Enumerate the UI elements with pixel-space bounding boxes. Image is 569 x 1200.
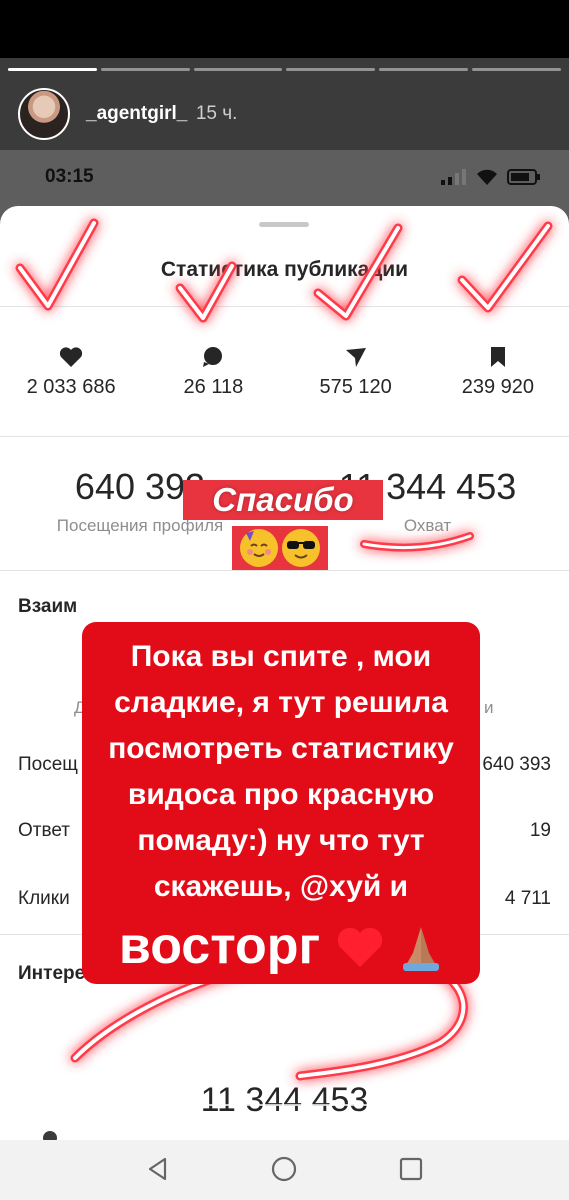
camera-icon bbox=[32, 1122, 68, 1140]
sunglasses-face-icon bbox=[282, 529, 320, 567]
caption-big-line: восторг bbox=[82, 910, 480, 982]
red-heart-icon bbox=[337, 927, 382, 967]
caption-line: Пока вы спите , мои bbox=[130, 640, 432, 673]
recents-icon[interactable] bbox=[398, 1156, 424, 1182]
home-icon[interactable] bbox=[271, 1156, 297, 1182]
emoji-sticker bbox=[232, 526, 328, 570]
thanks-sticker: Спасибо bbox=[183, 480, 383, 520]
caption-line: скажешь, @хуй и bbox=[153, 870, 409, 903]
caption-line: посмотреть статистику bbox=[108, 732, 454, 765]
caption-line: сладкие, я тут решила bbox=[114, 686, 448, 719]
send-icon[interactable] bbox=[494, 1114, 534, 1140]
party-face-icon bbox=[240, 529, 278, 567]
caption-line: помаду:) ну что тут bbox=[137, 824, 425, 857]
story-footer: Отправить сообщение ··· bbox=[0, 1098, 569, 1140]
android-nav-bar bbox=[0, 1140, 569, 1200]
message-input[interactable]: Отправить сообщение ··· bbox=[103, 1104, 458, 1140]
more-options-icon[interactable]: ··· bbox=[419, 1123, 426, 1141]
caption-line: видоса про красную bbox=[127, 778, 435, 811]
praying-hands-icon bbox=[403, 927, 440, 971]
camera-button[interactable] bbox=[16, 1104, 84, 1140]
message-placeholder: Отправить сообщение bbox=[127, 1128, 316, 1140]
caption-big-word: восторг bbox=[118, 917, 321, 975]
caption-sticker: Пока вы спите , мои сладкие, я тут решил… bbox=[82, 622, 480, 984]
story-view: _agentgirl_ 15 ч. 03:15 Статистика публи… bbox=[0, 58, 569, 1140]
back-icon[interactable] bbox=[145, 1156, 171, 1182]
